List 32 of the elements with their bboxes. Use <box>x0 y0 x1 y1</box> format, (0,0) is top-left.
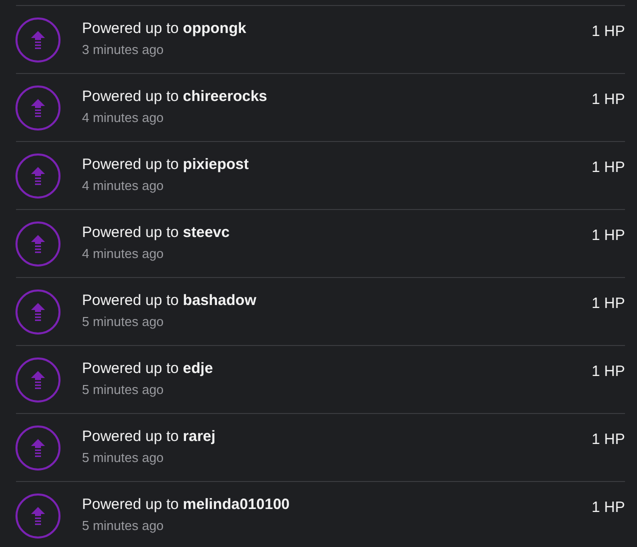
activity-amount: 1 HP <box>592 295 625 312</box>
activity-time: 4 minutes ago <box>82 246 165 261</box>
power-up-icon <box>15 492 61 538</box>
activity-message: Powered up to bashadow <box>82 292 258 309</box>
power-up-icon <box>15 356 61 402</box>
activity-time: 5 minutes ago <box>82 518 165 533</box>
activity-amount: 1 HP <box>592 363 625 380</box>
activity-amount: 1 HP <box>592 91 625 108</box>
activity-amount: 1 HP <box>592 431 625 448</box>
power-up-icon <box>15 152 61 198</box>
activity-message: Powered up to edje <box>82 360 214 377</box>
activity-message: Powered up to chireerocks <box>82 88 268 105</box>
activity-message: Powered up to melinda010100 <box>82 496 291 513</box>
activity-message: Powered up to rarej <box>82 428 216 445</box>
activity-time: 4 minutes ago <box>82 178 165 193</box>
activity-amount: 1 HP <box>592 227 625 244</box>
activity-amount: 1 HP <box>592 23 625 40</box>
activity-time: 5 minutes ago <box>82 450 165 465</box>
activity-amount: 1 HP <box>592 159 625 176</box>
power-up-icon <box>15 424 61 470</box>
activity-time: 3 minutes ago <box>82 42 165 57</box>
activity-message: Powered up to oppongk <box>82 20 248 37</box>
activity-time: 5 minutes ago <box>82 314 165 329</box>
activity-time: 5 minutes ago <box>82 382 165 397</box>
activity-amount: 1 HP <box>592 499 625 516</box>
power-up-icon <box>15 288 61 334</box>
power-up-icon <box>15 16 61 62</box>
power-up-icon <box>15 84 61 130</box>
activity-time: 4 minutes ago <box>82 110 165 125</box>
power-up-icon <box>15 220 61 266</box>
activity-message: Powered up to pixiepost <box>82 156 250 173</box>
activity-message: Powered up to steevc <box>82 224 231 241</box>
